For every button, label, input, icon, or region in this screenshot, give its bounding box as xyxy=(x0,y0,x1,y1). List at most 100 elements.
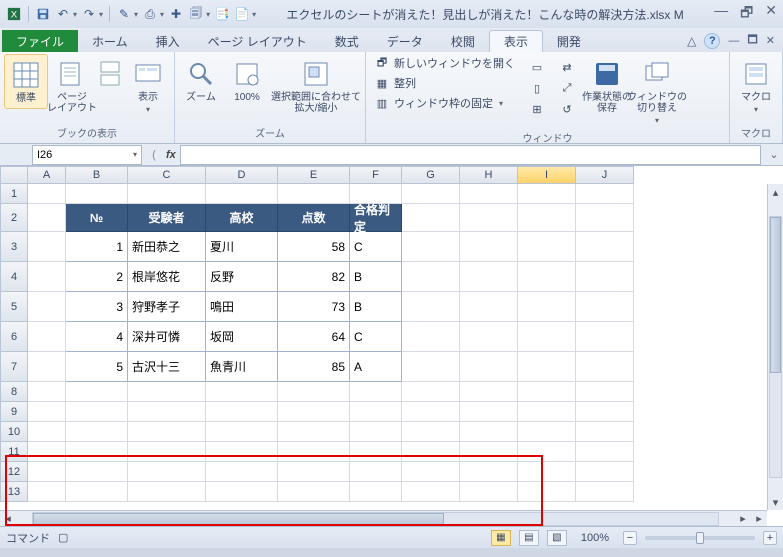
cell-G3[interactable] xyxy=(402,232,460,262)
cell-D10[interactable] xyxy=(206,422,278,442)
cell-E12[interactable] xyxy=(278,462,350,482)
cell-I8[interactable] xyxy=(518,382,576,402)
tab-data[interactable]: データ xyxy=(373,30,437,52)
cell-G7[interactable] xyxy=(402,352,460,382)
cell-A9[interactable] xyxy=(28,402,66,422)
cell-D6[interactable]: 坂岡 xyxy=(206,322,278,352)
row-header-5[interactable]: 5 xyxy=(0,292,28,322)
zoom-in-button[interactable]: + xyxy=(763,531,777,545)
cell-F9[interactable] xyxy=(350,402,402,422)
col-header-F[interactable]: F xyxy=(350,166,402,184)
row-header-12[interactable]: 12 xyxy=(0,462,28,482)
row-header-7[interactable]: 7 xyxy=(0,352,28,382)
cell-F2[interactable]: 合格判定 xyxy=(350,204,402,232)
fx-label[interactable]: fx xyxy=(166,149,176,161)
close-button[interactable]: ✕ xyxy=(765,2,777,26)
cell-J9[interactable] xyxy=(576,402,634,422)
cell-B5[interactable]: 3 xyxy=(66,292,128,322)
cell-H11[interactable] xyxy=(460,442,518,462)
qat-icon-3[interactable]: ✚ xyxy=(168,6,184,22)
zoom-out-button[interactable]: − xyxy=(623,531,637,545)
cell-J13[interactable] xyxy=(576,482,634,502)
cell-C13[interactable] xyxy=(128,482,206,502)
cell-B7[interactable]: 5 xyxy=(66,352,128,382)
cell-H4[interactable] xyxy=(460,262,518,292)
cell-B1[interactable] xyxy=(66,184,128,204)
col-header-D[interactable]: D xyxy=(206,166,278,184)
qat-icon-2[interactable]: ⎙ xyxy=(142,6,158,22)
cell-E9[interactable] xyxy=(278,402,350,422)
row-header-3[interactable]: 3 xyxy=(0,232,28,262)
cell-F5[interactable]: B xyxy=(350,292,402,322)
cell-D3[interactable]: 夏川 xyxy=(206,232,278,262)
cell-I7[interactable] xyxy=(518,352,576,382)
win-opt-3[interactable]: ⊞ xyxy=(525,100,549,118)
cell-C9[interactable] xyxy=(128,402,206,422)
cell-H2[interactable] xyxy=(460,204,518,232)
cell-I1[interactable] xyxy=(518,184,576,204)
cell-I5[interactable] xyxy=(518,292,576,322)
select-all-corner[interactable] xyxy=(0,166,28,184)
cell-D13[interactable] xyxy=(206,482,278,502)
qat-icon-5[interactable]: 📑 xyxy=(214,6,230,22)
cell-E4[interactable]: 82 xyxy=(278,262,350,292)
cell-B8[interactable] xyxy=(66,382,128,402)
cell-A5[interactable] xyxy=(28,292,66,322)
tab-view[interactable]: 表示 xyxy=(489,30,543,52)
col-header-J[interactable]: J xyxy=(576,166,634,184)
row-header-2[interactable]: 2 xyxy=(0,204,28,232)
cell-C2[interactable]: 受験者 xyxy=(128,204,206,232)
cell-J8[interactable] xyxy=(576,382,634,402)
cell-A8[interactable] xyxy=(28,382,66,402)
cell-E3[interactable]: 58 xyxy=(278,232,350,262)
btn-show[interactable]: 表示 ▾ xyxy=(126,54,170,118)
cell-C12[interactable] xyxy=(128,462,206,482)
cell-G2[interactable] xyxy=(402,204,460,232)
cell-C11[interactable] xyxy=(128,442,206,462)
cell-I6[interactable] xyxy=(518,322,576,352)
cell-A13[interactable] xyxy=(28,482,66,502)
cell-I12[interactable] xyxy=(518,462,576,482)
cell-F10[interactable] xyxy=(350,422,402,442)
cell-B2[interactable]: № xyxy=(66,204,128,232)
formula-bar[interactable] xyxy=(180,145,761,165)
cell-B3[interactable]: 1 xyxy=(66,232,128,262)
cell-J3[interactable] xyxy=(576,232,634,262)
row-header-8[interactable]: 8 xyxy=(0,382,28,402)
cell-F8[interactable] xyxy=(350,382,402,402)
cell-G13[interactable] xyxy=(402,482,460,502)
zoom-slider[interactable] xyxy=(645,536,755,540)
btn-page-layout-view[interactable]: ページ レイアウト xyxy=(50,54,94,118)
cell-A10[interactable] xyxy=(28,422,66,442)
tab-insert[interactable]: 挿入 xyxy=(142,30,194,52)
cell-J1[interactable] xyxy=(576,184,634,204)
undo-icon[interactable]: ↶ xyxy=(55,6,71,22)
win-opt-5[interactable]: ⤢ xyxy=(555,79,579,97)
cell-C3[interactable]: 新田恭之 xyxy=(128,232,206,262)
qat-icon-1[interactable]: ✎ xyxy=(116,6,132,22)
cell-D5[interactable]: 鳴田 xyxy=(206,292,278,322)
col-header-B[interactable]: B xyxy=(66,166,128,184)
btn-zoom[interactable]: ズーム xyxy=(179,54,223,107)
cell-F13[interactable] xyxy=(350,482,402,502)
cell-H10[interactable] xyxy=(460,422,518,442)
cell-J4[interactable] xyxy=(576,262,634,292)
cell-J2[interactable] xyxy=(576,204,634,232)
cell-H13[interactable] xyxy=(460,482,518,502)
cell-H3[interactable] xyxy=(460,232,518,262)
cell-I4[interactable] xyxy=(518,262,576,292)
btn-switch-windows[interactable]: ウィンドウの 切り替え ▾ xyxy=(635,54,679,129)
undo-dd[interactable]: ▾ xyxy=(73,10,77,19)
cell-I9[interactable] xyxy=(518,402,576,422)
cell-G9[interactable] xyxy=(402,402,460,422)
tab-developer[interactable]: 開発 xyxy=(543,30,595,52)
cell-A12[interactable] xyxy=(28,462,66,482)
col-header-A[interactable]: A xyxy=(28,166,66,184)
cell-H7[interactable] xyxy=(460,352,518,382)
win-opt-1[interactable]: ▭ xyxy=(525,58,549,76)
cell-G11[interactable] xyxy=(402,442,460,462)
cell-D9[interactable] xyxy=(206,402,278,422)
btn-freeze-panes[interactable]: ▥ウィンドウ枠の固定▾ xyxy=(370,94,519,112)
namebox-dd[interactable]: ▾ xyxy=(133,150,137,159)
cell-D7[interactable]: 魚青川 xyxy=(206,352,278,382)
